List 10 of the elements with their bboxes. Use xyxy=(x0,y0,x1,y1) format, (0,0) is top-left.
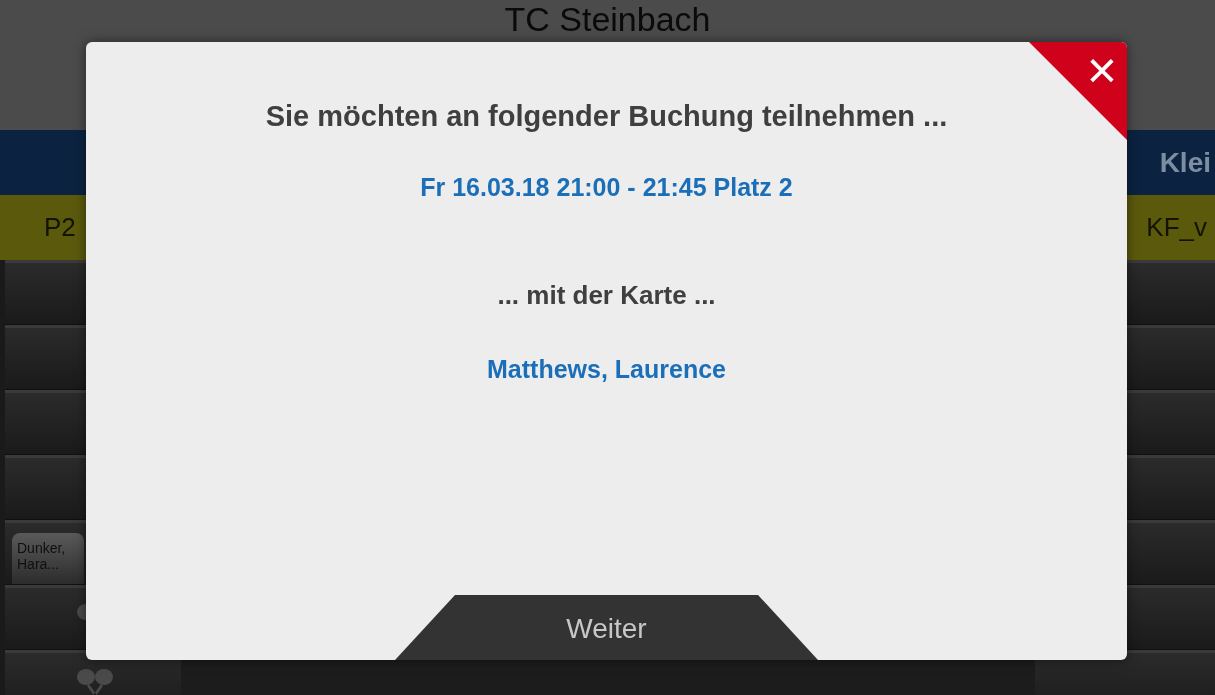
card-holder-name: Matthews, Laurence xyxy=(487,355,726,384)
club-title: TC Steinbach xyxy=(504,0,711,38)
court-column-header: KF_v xyxy=(1146,212,1207,243)
close-button[interactable]: × xyxy=(1029,42,1127,140)
court-group-header: Klei xyxy=(1159,146,1212,179)
continue-button[interactable]: Weiter xyxy=(395,595,818,660)
dialog-heading: Sie möchten an folgender Buchung teilnehmen ... xyxy=(265,100,948,133)
booking-details: Fr 16.03.18 21:00 - 21:45 Platz 2 xyxy=(420,173,793,202)
court-column-header: P2 xyxy=(44,212,76,243)
card-heading: ... mit der Karte ... xyxy=(497,280,716,311)
